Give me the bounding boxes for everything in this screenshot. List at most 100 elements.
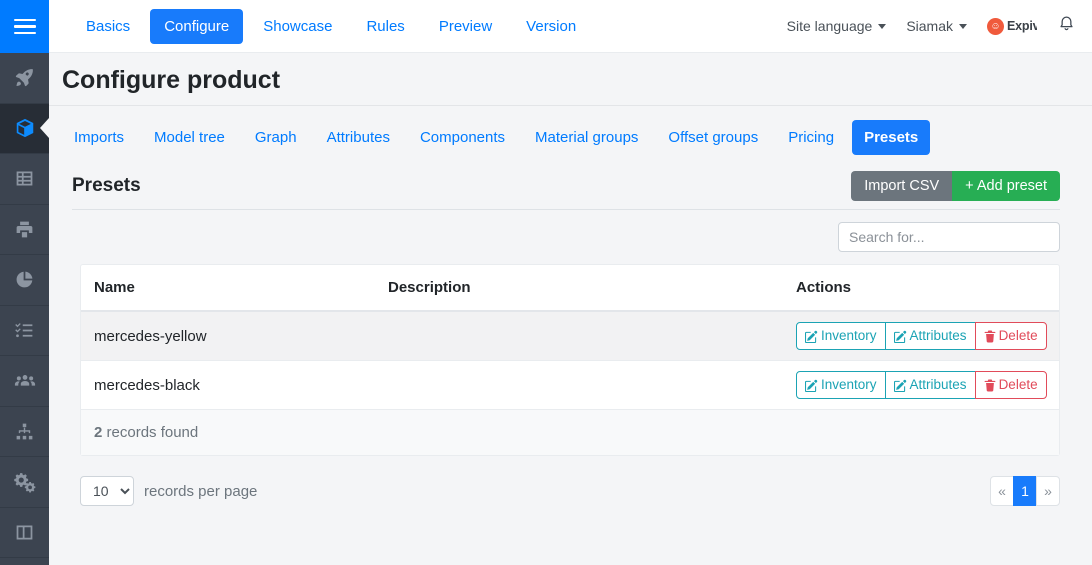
sidebar-item-tasks[interactable] [0,306,49,356]
pie-chart-icon [14,269,35,290]
column-header-name: Name [81,265,376,312]
inventory-button[interactable]: Inventory [796,322,886,351]
tab-version[interactable]: Version [512,9,590,44]
user-menu-dropdown[interactable]: Siamak [906,18,967,34]
pencil-square-icon [893,379,907,392]
panel-header: Presets Import CSV + Add preset [72,171,1060,210]
sidebar-item-settings[interactable] [0,457,49,508]
records-per-page-label: records per page [144,482,258,500]
page-title: Configure product [49,53,1092,106]
subtab-imports[interactable]: Imports [62,120,136,155]
site-language-label: Site language [786,18,873,34]
subtab-components[interactable]: Components [408,120,517,155]
pagination-page-1[interactable]: 1 [1013,476,1037,507]
subtab-attributes[interactable]: Attributes [315,120,402,155]
panel-actions: Import CSV + Add preset [851,171,1060,201]
subtab-graph[interactable]: Graph [243,120,309,155]
pagination-prev[interactable]: « [990,476,1014,507]
site-language-dropdown[interactable]: Site language [787,18,887,34]
import-csv-button[interactable]: Import CSV [851,171,953,201]
search-input[interactable] [838,222,1060,252]
column-header-description: Description [376,265,784,312]
records-found-row: 2 records found [81,409,1059,456]
cell-actions: Inventory Attributes Delete [784,311,1059,362]
subtab-material-groups[interactable]: Material groups [523,120,650,155]
cube-icon [14,117,36,139]
attributes-button[interactable]: Attributes [885,322,976,351]
main-content: Configure product Imports Model tree Gra… [49,53,1092,565]
add-preset-button[interactable]: + Add preset [952,171,1060,201]
tab-rules[interactable]: Rules [352,9,418,44]
records-per-page-select[interactable]: 10 25 50 100 [80,476,134,507]
table-row: mercedes-yellow Inventory Attributes Del… [81,311,1059,362]
sub-navigation: Imports Model tree Graph Attributes Comp… [49,106,1092,155]
tab-preview[interactable]: Preview [425,9,506,44]
tab-showcase[interactable]: Showcase [249,9,346,44]
subtab-model-tree[interactable]: Model tree [142,120,237,155]
table-list-icon [14,168,35,189]
row-action-group: Inventory Attributes Delete [796,322,1047,351]
cell-actions: Inventory Attributes Delete [784,360,1059,411]
pagination: « 1 » [990,476,1060,507]
inventory-button[interactable]: Inventory [796,371,886,400]
subtab-presets[interactable]: Presets [852,120,931,155]
chevron-down-icon [878,23,887,29]
sidebar-item-orders[interactable] [0,154,49,205]
sidebar-item-print[interactable] [0,205,49,255]
search-row [72,222,1060,252]
tab-configure[interactable]: Configure [150,8,244,44]
row-action-group: Inventory Attributes Delete [796,371,1047,400]
rocket-icon [14,67,35,88]
sidebar-item-sitemap[interactable] [0,407,49,457]
checklist-icon [14,320,35,341]
trash-icon [984,379,996,392]
table-head: Name Description Actions [81,265,1059,312]
table-row: mercedes-black Inventory Attributes Dele… [81,360,1059,411]
sidebar-item-rocket[interactable] [0,53,49,104]
user-name-label: Siamak [906,18,953,34]
tab-basics[interactable]: Basics [72,9,144,44]
column-header-actions: Actions [784,265,1059,312]
sidebar-item-layout[interactable] [0,508,49,558]
delete-button[interactable]: Delete [974,371,1047,400]
sitemap-icon [14,421,35,442]
attributes-label: Attributes [909,328,967,343]
records-found-cell: 2 records found [81,409,1059,456]
top-nav-right: Site language Siamak ☺ Expiv [787,14,1092,38]
table-header-row: Name Description Actions [81,265,1059,312]
trash-icon [984,330,996,343]
cell-preset-name: mercedes-black [81,360,376,411]
menu-toggle[interactable] [0,0,49,53]
pagination-next[interactable]: » [1036,476,1060,507]
subtab-pricing[interactable]: Pricing [776,120,846,155]
inventory-label: Inventory [821,377,877,393]
presets-table-card: Name Description Actions mercedes-yellow [80,264,1060,457]
columns-layout-icon [14,522,35,543]
sidebar-item-products[interactable] [0,103,49,154]
pencil-square-icon [805,330,818,343]
sidebar-item-analytics[interactable] [0,255,49,306]
delete-label: Delete [998,328,1038,343]
bell-icon[interactable] [1057,14,1076,38]
records-found-label: records found [106,424,199,442]
cell-preset-name: mercedes-yellow [81,311,376,362]
inventory-label: Inventory [821,328,877,343]
printer-icon [14,219,35,240]
presets-table: Name Description Actions mercedes-yellow [81,265,1059,456]
gears-icon [13,471,36,493]
delete-button[interactable]: Delete [974,322,1047,351]
chevron-down-icon [959,23,967,29]
expivi-logo: ☺ Expiv [987,17,1037,35]
table-footer: 10 25 50 100 records per page « 1 » [80,476,1060,507]
pencil-square-icon [805,379,818,392]
pencil-square-icon [893,330,907,343]
hamburger-icon [13,15,36,39]
app-root: Basics Configure Showcase Rules Preview … [0,0,1092,565]
cell-preset-description [376,311,784,362]
attributes-label: Attributes [909,377,967,393]
expivi-mark-icon: ☺ [987,17,1004,35]
attributes-button[interactable]: Attributes [885,371,976,400]
sidebar-item-users[interactable] [0,356,49,407]
table-body: mercedes-yellow Inventory Attributes Del… [81,311,1059,456]
subtab-offset-groups[interactable]: Offset groups [656,120,770,155]
